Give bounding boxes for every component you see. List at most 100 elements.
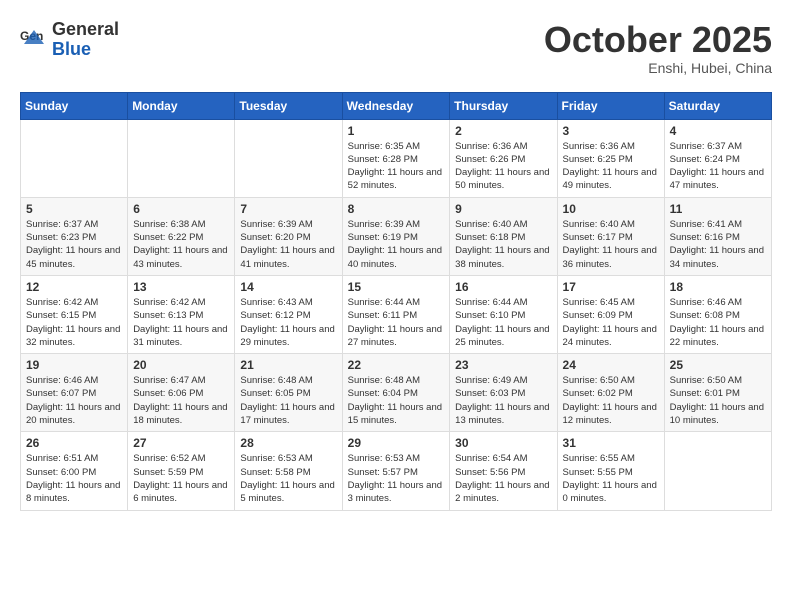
col-header-monday: Monday: [128, 92, 235, 119]
day-info: Sunrise: 6:42 AMSunset: 6:15 PMDaylight:…: [26, 296, 122, 349]
logo-text: General Blue: [52, 20, 119, 60]
day-number: 14: [240, 280, 336, 294]
calendar-cell: [664, 432, 771, 510]
calendar-cell: 26 Sunrise: 6:51 AMSunset: 6:00 PMDaylig…: [21, 432, 128, 510]
day-number: 21: [240, 358, 336, 372]
calendar-cell: 14 Sunrise: 6:43 AMSunset: 6:12 PMDaylig…: [235, 275, 342, 353]
calendar-cell: 17 Sunrise: 6:45 AMSunset: 6:09 PMDaylig…: [557, 275, 664, 353]
calendar-cell: 1 Sunrise: 6:35 AMSunset: 6:28 PMDayligh…: [342, 119, 450, 197]
calendar-cell: 15 Sunrise: 6:44 AMSunset: 6:11 PMDaylig…: [342, 275, 450, 353]
day-number: 30: [455, 436, 551, 450]
calendar-week-row: 19 Sunrise: 6:46 AMSunset: 6:07 PMDaylig…: [21, 354, 772, 432]
day-info: Sunrise: 6:42 AMSunset: 6:13 PMDaylight:…: [133, 296, 229, 349]
col-header-sunday: Sunday: [21, 92, 128, 119]
day-info: Sunrise: 6:44 AMSunset: 6:11 PMDaylight:…: [348, 296, 445, 349]
calendar-cell: 9 Sunrise: 6:40 AMSunset: 6:18 PMDayligh…: [450, 197, 557, 275]
calendar-week-row: 1 Sunrise: 6:35 AMSunset: 6:28 PMDayligh…: [21, 119, 772, 197]
calendar-cell: 20 Sunrise: 6:47 AMSunset: 6:06 PMDaylig…: [128, 354, 235, 432]
day-info: Sunrise: 6:41 AMSunset: 6:16 PMDaylight:…: [670, 218, 766, 271]
day-number: 16: [455, 280, 551, 294]
calendar-cell: 4 Sunrise: 6:37 AMSunset: 6:24 PMDayligh…: [664, 119, 771, 197]
location: Enshi, Hubei, China: [544, 60, 772, 76]
calendar-cell: [235, 119, 342, 197]
calendar-cell: 24 Sunrise: 6:50 AMSunset: 6:02 PMDaylig…: [557, 354, 664, 432]
day-number: 26: [26, 436, 122, 450]
day-info: Sunrise: 6:52 AMSunset: 5:59 PMDaylight:…: [133, 452, 229, 505]
day-info: Sunrise: 6:38 AMSunset: 6:22 PMDaylight:…: [133, 218, 229, 271]
day-info: Sunrise: 6:40 AMSunset: 6:17 PMDaylight:…: [563, 218, 659, 271]
calendar-cell: 8 Sunrise: 6:39 AMSunset: 6:19 PMDayligh…: [342, 197, 450, 275]
calendar-week-row: 12 Sunrise: 6:42 AMSunset: 6:15 PMDaylig…: [21, 275, 772, 353]
calendar-cell: 22 Sunrise: 6:48 AMSunset: 6:04 PMDaylig…: [342, 354, 450, 432]
calendar-cell: 10 Sunrise: 6:40 AMSunset: 6:17 PMDaylig…: [557, 197, 664, 275]
day-number: 9: [455, 202, 551, 216]
month-title: October 2025: [544, 20, 772, 60]
calendar-cell: 16 Sunrise: 6:44 AMSunset: 6:10 PMDaylig…: [450, 275, 557, 353]
day-info: Sunrise: 6:53 AMSunset: 5:58 PMDaylight:…: [240, 452, 336, 505]
calendar-cell: 27 Sunrise: 6:52 AMSunset: 5:59 PMDaylig…: [128, 432, 235, 510]
day-number: 11: [670, 202, 766, 216]
calendar-table: SundayMondayTuesdayWednesdayThursdayFrid…: [20, 92, 772, 511]
day-info: Sunrise: 6:45 AMSunset: 6:09 PMDaylight:…: [563, 296, 659, 349]
day-info: Sunrise: 6:46 AMSunset: 6:07 PMDaylight:…: [26, 374, 122, 427]
calendar-cell: [21, 119, 128, 197]
col-header-friday: Friday: [557, 92, 664, 119]
col-header-saturday: Saturday: [664, 92, 771, 119]
day-number: 24: [563, 358, 659, 372]
day-info: Sunrise: 6:46 AMSunset: 6:08 PMDaylight:…: [670, 296, 766, 349]
day-info: Sunrise: 6:40 AMSunset: 6:18 PMDaylight:…: [455, 218, 551, 271]
day-number: 19: [26, 358, 122, 372]
day-info: Sunrise: 6:36 AMSunset: 6:25 PMDaylight:…: [563, 140, 659, 193]
calendar-cell: 5 Sunrise: 6:37 AMSunset: 6:23 PMDayligh…: [21, 197, 128, 275]
day-number: 8: [348, 202, 445, 216]
day-info: Sunrise: 6:43 AMSunset: 6:12 PMDaylight:…: [240, 296, 336, 349]
calendar-cell: 28 Sunrise: 6:53 AMSunset: 5:58 PMDaylig…: [235, 432, 342, 510]
logo-general: General: [52, 19, 119, 39]
calendar-cell: 30 Sunrise: 6:54 AMSunset: 5:56 PMDaylig…: [450, 432, 557, 510]
day-number: 3: [563, 124, 659, 138]
day-number: 18: [670, 280, 766, 294]
day-number: 5: [26, 202, 122, 216]
day-number: 1: [348, 124, 445, 138]
day-number: 28: [240, 436, 336, 450]
day-info: Sunrise: 6:49 AMSunset: 6:03 PMDaylight:…: [455, 374, 551, 427]
calendar-week-row: 5 Sunrise: 6:37 AMSunset: 6:23 PMDayligh…: [21, 197, 772, 275]
day-info: Sunrise: 6:35 AMSunset: 6:28 PMDaylight:…: [348, 140, 445, 193]
calendar-cell: 3 Sunrise: 6:36 AMSunset: 6:25 PMDayligh…: [557, 119, 664, 197]
day-info: Sunrise: 6:39 AMSunset: 6:20 PMDaylight:…: [240, 218, 336, 271]
col-header-thursday: Thursday: [450, 92, 557, 119]
day-number: 31: [563, 436, 659, 450]
page-header: Gen General Blue October 2025 Enshi, Hub…: [20, 20, 772, 76]
day-info: Sunrise: 6:48 AMSunset: 6:05 PMDaylight:…: [240, 374, 336, 427]
title-block: October 2025 Enshi, Hubei, China: [544, 20, 772, 76]
day-number: 20: [133, 358, 229, 372]
calendar-cell: 21 Sunrise: 6:48 AMSunset: 6:05 PMDaylig…: [235, 354, 342, 432]
day-number: 22: [348, 358, 445, 372]
day-number: 7: [240, 202, 336, 216]
calendar-header-row: SundayMondayTuesdayWednesdayThursdayFrid…: [21, 92, 772, 119]
day-info: Sunrise: 6:37 AMSunset: 6:24 PMDaylight:…: [670, 140, 766, 193]
day-info: Sunrise: 6:36 AMSunset: 6:26 PMDaylight:…: [455, 140, 551, 193]
day-number: 25: [670, 358, 766, 372]
calendar-cell: 31 Sunrise: 6:55 AMSunset: 5:55 PMDaylig…: [557, 432, 664, 510]
calendar-cell: 12 Sunrise: 6:42 AMSunset: 6:15 PMDaylig…: [21, 275, 128, 353]
logo: Gen General Blue: [20, 20, 119, 60]
day-info: Sunrise: 6:39 AMSunset: 6:19 PMDaylight:…: [348, 218, 445, 271]
day-number: 12: [26, 280, 122, 294]
col-header-tuesday: Tuesday: [235, 92, 342, 119]
calendar-cell: 23 Sunrise: 6:49 AMSunset: 6:03 PMDaylig…: [450, 354, 557, 432]
day-number: 2: [455, 124, 551, 138]
day-info: Sunrise: 6:50 AMSunset: 6:01 PMDaylight:…: [670, 374, 766, 427]
calendar-cell: 29 Sunrise: 6:53 AMSunset: 5:57 PMDaylig…: [342, 432, 450, 510]
col-header-wednesday: Wednesday: [342, 92, 450, 119]
calendar-week-row: 26 Sunrise: 6:51 AMSunset: 6:00 PMDaylig…: [21, 432, 772, 510]
day-info: Sunrise: 6:55 AMSunset: 5:55 PMDaylight:…: [563, 452, 659, 505]
day-info: Sunrise: 6:50 AMSunset: 6:02 PMDaylight:…: [563, 374, 659, 427]
logo-icon: Gen: [20, 26, 48, 54]
day-number: 27: [133, 436, 229, 450]
day-number: 15: [348, 280, 445, 294]
day-info: Sunrise: 6:37 AMSunset: 6:23 PMDaylight:…: [26, 218, 122, 271]
day-info: Sunrise: 6:54 AMSunset: 5:56 PMDaylight:…: [455, 452, 551, 505]
day-info: Sunrise: 6:47 AMSunset: 6:06 PMDaylight:…: [133, 374, 229, 427]
calendar-cell: 18 Sunrise: 6:46 AMSunset: 6:08 PMDaylig…: [664, 275, 771, 353]
